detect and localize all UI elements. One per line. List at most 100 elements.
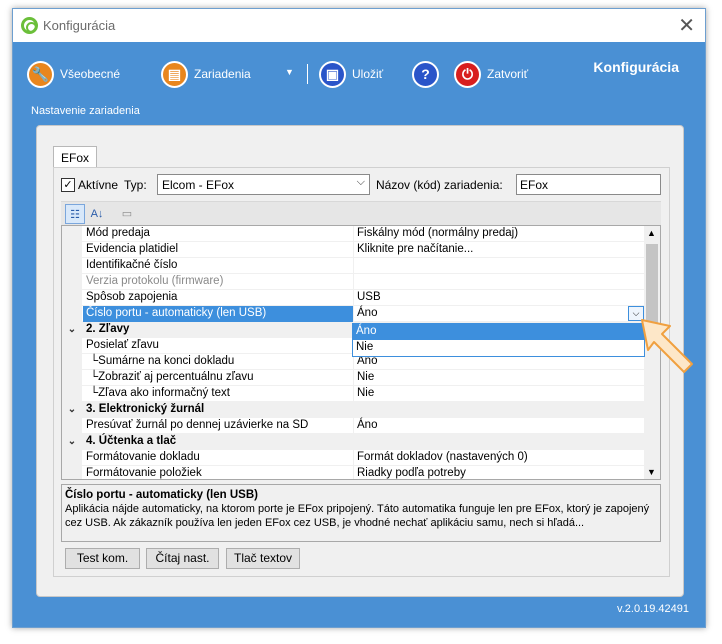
config-window: Konfigurácia ✕ 🔧 Všeobecné ▤ Zariadenia … — [12, 8, 706, 628]
property-value[interactable]: Kliknite pre načítanie... — [357, 243, 473, 255]
row-gutter — [62, 386, 82, 402]
property-value[interactable]: Formát dokladov (nastavených 0) — [357, 451, 528, 463]
property-value[interactable]: Nie — [357, 371, 374, 383]
column-separator — [353, 306, 354, 322]
save-button[interactable]: ▣ Uložiť — [319, 60, 383, 88]
property-name: Formátovanie položiek — [86, 467, 202, 479]
property-name: Formátovanie dokladu — [86, 451, 200, 463]
row-gutter — [62, 306, 82, 322]
column-separator — [353, 290, 354, 306]
scroll-down-icon[interactable]: ▼ — [647, 467, 656, 477]
app-gear-icon — [21, 17, 38, 34]
column-separator — [353, 274, 354, 290]
property-row[interactable]: └Zľava ako informačný text Nie — [62, 386, 647, 402]
property-name: Číslo portu - automaticky (len USB) — [86, 307, 267, 319]
property-name: Mód predaja — [86, 227, 150, 239]
toolbar: 🔧 Všeobecné ▤ Zariadenia ▼ ▣ Uložiť ? ⏻ … — [13, 42, 705, 122]
column-separator — [353, 466, 354, 479]
title-bar: Konfigurácia ✕ — [13, 9, 705, 42]
property-row[interactable]: Mód predaja Fiskálny mód (normálny preda… — [62, 226, 647, 242]
description-text: Aplikácia nájde automaticky, na ktorom p… — [65, 503, 650, 529]
description-title: Číslo portu - automaticky (len USB) — [65, 489, 258, 501]
type-select[interactable]: Elcom - EFox ⌵ — [157, 174, 370, 195]
scroll-up-icon[interactable]: ▲ — [647, 228, 656, 238]
chevron-down-icon: ⌵ — [356, 176, 365, 188]
categorized-icon[interactable]: ☷ — [65, 204, 85, 224]
type-label: Typ: — [124, 178, 147, 192]
general-label: Všeobecné — [60, 67, 121, 81]
property-pages-icon[interactable]: ▭ — [117, 204, 137, 224]
pointer-arrow-icon — [641, 319, 693, 373]
value-dropdown-list: Áno Nie — [352, 323, 645, 357]
collapse-icon[interactable]: ⌄ — [62, 322, 82, 338]
property-name: Presúvať žurnál po dennej uzávierke na S… — [86, 419, 309, 431]
row-gutter — [62, 466, 82, 479]
collapse-icon[interactable]: ⌄ — [62, 402, 82, 418]
property-row[interactable]: Identifikačné číslo — [62, 258, 647, 274]
property-name: Evidencia platidiel — [86, 243, 179, 255]
tab-efox[interactable]: EFox — [53, 146, 97, 168]
property-row[interactable]: Spôsob zapojenia USB — [62, 290, 647, 306]
devices-dropdown-icon[interactable]: ▼ — [285, 67, 294, 77]
device-header-row: ✓ Aktívne Typ: Elcom - EFox ⌵ Názov (kód… — [61, 174, 661, 196]
property-row[interactable]: Formátovanie dokladu Formát dokladov (na… — [62, 450, 647, 466]
property-value[interactable]: Nie — [357, 387, 374, 399]
test-communication-button[interactable]: Test kom. — [65, 548, 140, 569]
property-value[interactable]: Fiskálny mód (normálny predaj) — [357, 227, 518, 239]
general-button[interactable]: 🔧 Všeobecné — [27, 60, 120, 88]
type-value: Elcom - EFox — [162, 178, 235, 192]
active-label: Aktívne — [78, 178, 119, 192]
print-texts-button[interactable]: Tlač textov — [226, 548, 300, 569]
property-row[interactable]: Evidencia platidiel Kliknite pre načítan… — [62, 242, 647, 258]
property-grid-toolbar: ☷ A↓ ▭ — [61, 201, 661, 225]
dropdown-option[interactable]: Nie — [353, 340, 644, 356]
sort-az-icon[interactable]: A↓ — [87, 204, 107, 224]
close-button[interactable]: ⏻ Zatvoriť — [454, 60, 528, 88]
property-value[interactable]: USB — [357, 291, 381, 303]
property-name: Verzia protokolu (firmware) — [86, 275, 224, 287]
row-gutter — [62, 354, 82, 370]
property-row[interactable]: Formátovanie položiek Riadky podľa potre… — [62, 466, 647, 479]
property-row: Verzia protokolu (firmware) — [62, 274, 647, 290]
category-row[interactable]: ⌄ 3. Elektronický žurnál — [62, 402, 647, 418]
tab-page: ✓ Aktívne Typ: Elcom - EFox ⌵ Názov (kód… — [53, 167, 670, 577]
row-gutter — [62, 290, 82, 306]
toolbar-separator — [307, 64, 308, 84]
column-separator — [353, 386, 354, 402]
read-settings-button[interactable]: Čítaj nast. — [146, 548, 219, 569]
dropdown-option[interactable]: Áno — [353, 324, 644, 340]
property-grid: Mód predaja Fiskálny mód (normálny preda… — [61, 225, 661, 480]
property-value[interactable]: Áno — [357, 419, 377, 431]
category-name: 4. Účtenka a tlač — [86, 435, 177, 447]
row-gutter — [62, 274, 82, 290]
device-name-input[interactable]: EFox — [516, 174, 661, 195]
property-name: Identifikačné číslo — [86, 259, 178, 271]
property-row[interactable]: Presúvať žurnál po dennej uzávierke na S… — [62, 418, 647, 434]
help-button[interactable]: ? — [412, 60, 445, 88]
version-label: v.2.0.19.42491 — [617, 603, 689, 615]
property-value[interactable]: Riadky podľa potreby — [357, 467, 466, 479]
property-row[interactable]: └Zobraziť aj percentuálnu zľavu Nie — [62, 370, 647, 386]
power-icon: ⏻ — [454, 60, 481, 88]
row-gutter — [62, 226, 82, 242]
collapse-icon[interactable]: ⌄ — [62, 434, 82, 450]
devices-button[interactable]: ▤ Zariadenia — [161, 60, 251, 88]
close-label: Zatvoriť — [487, 67, 529, 81]
category-name: 3. Elektronický žurnál — [86, 403, 205, 415]
property-value[interactable]: Áno — [357, 307, 377, 319]
device-name-label: Názov (kód) zariadenia: — [376, 178, 503, 192]
property-row-selected[interactable]: Číslo portu - automaticky (len USB) Áno … — [62, 306, 647, 322]
column-separator — [353, 242, 354, 258]
section-subtitle: Nastavenie zariadenia — [31, 105, 140, 117]
category-row[interactable]: ⌄ 4. Účtenka a tlač — [62, 434, 647, 450]
close-icon[interactable]: ✕ — [678, 13, 695, 38]
row-gutter — [62, 450, 82, 466]
window-title: Konfigurácia — [43, 18, 116, 33]
property-name: └Zľava ako informačný text — [90, 387, 230, 399]
active-checkbox[interactable]: ✓ — [61, 178, 75, 192]
column-separator — [353, 226, 354, 242]
column-separator — [353, 258, 354, 274]
property-name: Spôsob zapojenia — [86, 291, 178, 303]
wrench-icon: 🔧 — [27, 60, 54, 88]
row-gutter — [62, 242, 82, 258]
